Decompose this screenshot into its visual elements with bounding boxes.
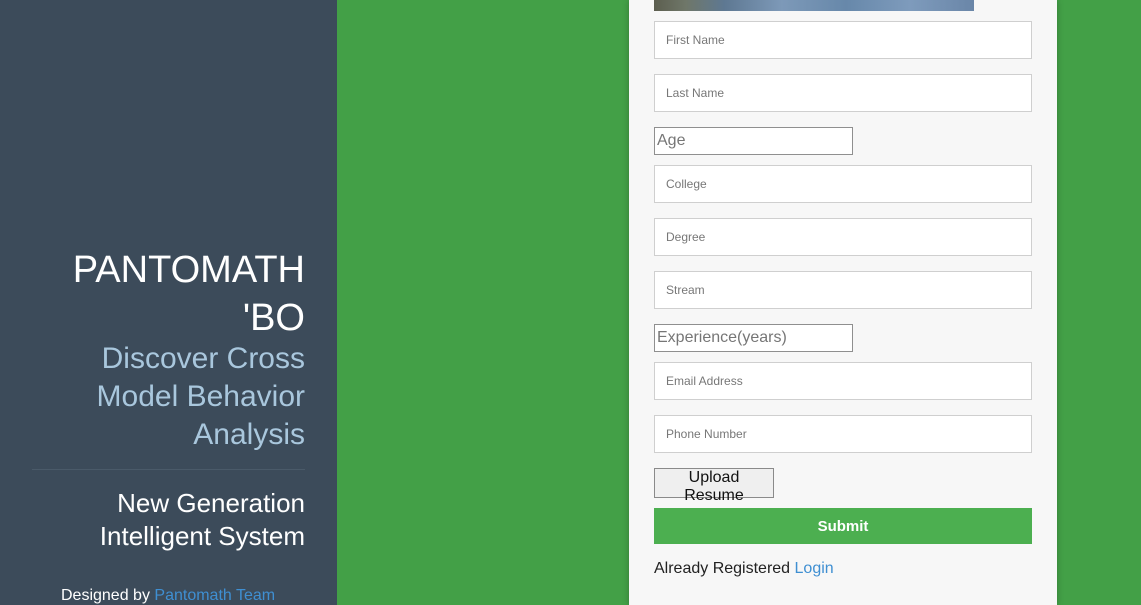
- upload-resume-button[interactable]: Upload Resume: [654, 468, 774, 504]
- credit-prefix: Designed by: [61, 587, 150, 604]
- age-field: [654, 127, 853, 155]
- experience-field: [654, 324, 853, 352]
- email-field: [654, 362, 1032, 400]
- credit-line: Designed by Pantomath Team: [61, 586, 275, 605]
- first-name-field: [654, 21, 1032, 59]
- college-field: [654, 165, 1032, 203]
- first-name-input[interactable]: [655, 22, 1031, 58]
- sidebar: PANTOMATH 'BO Discover Cross Model Behav…: [0, 0, 337, 605]
- degree-field: [654, 218, 1032, 256]
- age-input[interactable]: [655, 128, 852, 154]
- phone-field: [654, 415, 1032, 453]
- stream-field: [654, 271, 1032, 309]
- sidebar-divider: [32, 469, 305, 470]
- last-name-input[interactable]: [655, 75, 1031, 111]
- experience-input[interactable]: [655, 325, 852, 351]
- credit-link[interactable]: Pantomath Team: [154, 587, 275, 604]
- phone-input[interactable]: [655, 416, 1031, 452]
- last-name-field: [654, 74, 1032, 112]
- login-prompt: Already Registered Login: [654, 559, 834, 579]
- stream-input[interactable]: [655, 272, 1031, 308]
- email-input[interactable]: [655, 363, 1031, 399]
- registration-card: Upload Resume Submit Already Registered …: [629, 0, 1057, 605]
- tagline: New Generation Intelligent System: [99, 488, 305, 551]
- submit-button[interactable]: Submit: [654, 508, 1032, 544]
- brand-subtitle: Discover Cross Model Behavior Analysis: [96, 342, 305, 451]
- profile-photo: [654, 0, 974, 11]
- degree-input[interactable]: [655, 219, 1031, 255]
- login-prefix: Already Registered: [654, 560, 791, 577]
- brand-title: PANTOMATH 'BO: [72, 249, 305, 339]
- college-input[interactable]: [655, 166, 1031, 202]
- login-link[interactable]: Login: [795, 560, 834, 577]
